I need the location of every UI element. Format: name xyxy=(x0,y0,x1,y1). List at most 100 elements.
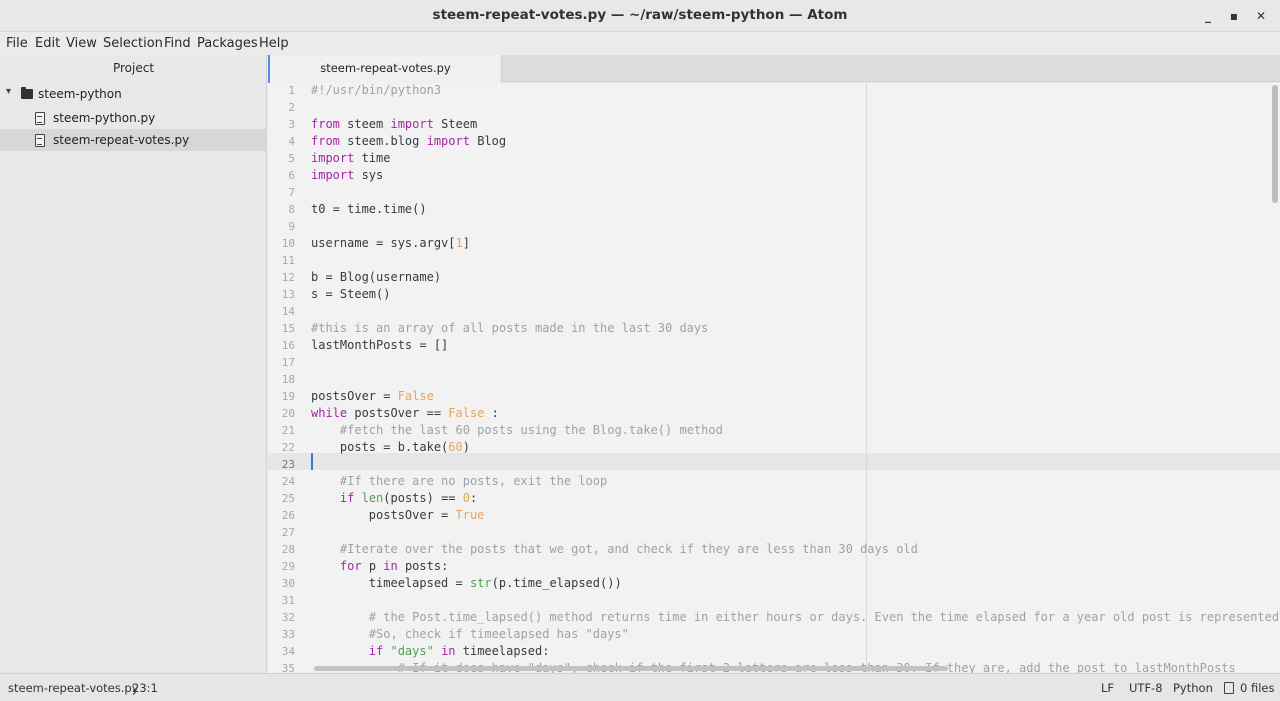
code-line[interactable]: postsOver = False xyxy=(311,388,434,405)
line-number[interactable]: 19 xyxy=(268,388,295,405)
folder-icon xyxy=(21,87,33,99)
project-tree-panel: Project ▾ steem-python steem-python.py s… xyxy=(0,55,267,673)
file-text-icon xyxy=(35,134,45,147)
line-number[interactable]: 23 xyxy=(268,456,295,473)
menu-find[interactable]: Find xyxy=(164,36,191,51)
code-line[interactable]: import time xyxy=(311,150,390,167)
line-number[interactable]: 32 xyxy=(268,609,295,626)
menu-bar: File Edit View Selection Find Packages H… xyxy=(0,33,1280,55)
menu-packages[interactable]: Packages xyxy=(197,36,258,51)
line-number[interactable]: 35 xyxy=(268,660,295,673)
line-number[interactable]: 6 xyxy=(268,167,295,184)
tree-file-label: steem-repeat-votes.py xyxy=(53,133,190,147)
line-number[interactable]: 8 xyxy=(268,201,295,218)
line-number[interactable]: 9 xyxy=(268,218,295,235)
line-number[interactable]: 30 xyxy=(268,575,295,592)
line-number[interactable]: 5 xyxy=(268,150,295,167)
line-number[interactable]: 20 xyxy=(268,405,295,422)
file-text-icon xyxy=(35,112,45,125)
code-editor[interactable]: 1 2 3 4 5 6 7 8 9 10 11 12 13 14 15 16 17 18 19 20 21 22 23 24 2… xyxy=(268,83,1280,673)
status-line-ending[interactable]: LF xyxy=(1101,681,1114,695)
line-number-gutter[interactable]: 1 2 3 4 5 6 7 8 9 10 11 12 13 14 15 16 17 18 19 20 21 22 23 24 2… xyxy=(268,83,304,673)
tab-label: steem-repeat-votes.py xyxy=(320,61,451,75)
code-line[interactable]: postsOver = True xyxy=(311,507,485,524)
menu-view[interactable]: View xyxy=(66,36,97,51)
code-line[interactable]: import sys xyxy=(311,167,383,184)
line-number[interactable]: 25 xyxy=(268,490,295,507)
line-number[interactable]: 33 xyxy=(268,626,295,643)
line-number[interactable]: 10 xyxy=(268,235,295,252)
code-line[interactable]: if len(posts) == 0: xyxy=(311,490,477,507)
line-number[interactable]: 26 xyxy=(268,507,295,524)
line-number[interactable]: 1 xyxy=(268,83,295,99)
tree-file-steem-python[interactable]: steem-python.py xyxy=(0,107,267,129)
code-line[interactable]: #fetch the last 60 posts using the Blog.… xyxy=(311,422,723,439)
status-bar: steem-repeat-votes.py 23:1 LF UTF-8 Pyth… xyxy=(0,673,1280,701)
line-number[interactable]: 17 xyxy=(268,354,295,371)
menu-file[interactable]: File xyxy=(6,36,28,51)
tab-steem-repeat-votes[interactable]: steem-repeat-votes.py xyxy=(268,55,502,83)
code-line[interactable]: #Iterate over the posts that we got, and… xyxy=(311,541,918,558)
code-line[interactable]: if "days" in timeelapsed: xyxy=(311,643,550,660)
code-line[interactable]: lastMonthPosts = [] xyxy=(311,337,448,354)
horizontal-scrollbar[interactable] xyxy=(314,666,948,671)
line-number[interactable]: 11 xyxy=(268,252,295,269)
maximize-button[interactable]: ▪ xyxy=(1226,8,1242,24)
line-number[interactable]: 15 xyxy=(268,320,295,337)
tree-folder-steem-python[interactable]: ▾ steem-python xyxy=(0,83,267,105)
line-number[interactable]: 22 xyxy=(268,439,295,456)
project-panel-title: Project xyxy=(112,61,155,75)
wrap-guide xyxy=(866,83,867,673)
status-file-path[interactable]: steem-repeat-votes.py xyxy=(8,681,139,695)
line-number[interactable]: 31 xyxy=(268,592,295,609)
line-number[interactable]: 21 xyxy=(268,422,295,439)
line-number[interactable]: 28 xyxy=(268,541,295,558)
line-number[interactable]: 29 xyxy=(268,558,295,575)
status-grammar[interactable]: Python xyxy=(1173,681,1213,695)
line-number[interactable]: 2 xyxy=(268,99,295,116)
line-number[interactable]: 3 xyxy=(268,116,295,133)
tree-folder-label: steem-python xyxy=(38,87,122,101)
code-line[interactable]: timeelapsed = str(p.time_elapsed()) xyxy=(311,575,622,592)
line-number[interactable]: 27 xyxy=(268,524,295,541)
tab-bar: steem-repeat-votes.py xyxy=(268,55,1280,83)
code-line[interactable]: #If there are no posts, exit the loop xyxy=(311,473,607,490)
code-line[interactable]: t0 = time.time() xyxy=(311,201,427,218)
code-line[interactable]: #!/usr/bin/python3 xyxy=(311,83,441,99)
window-title: steem-repeat-votes.py — ~/raw/steem-pyth… xyxy=(432,7,848,23)
line-number[interactable]: 13 xyxy=(268,286,295,303)
code-line[interactable]: from steem import Steem xyxy=(311,116,477,133)
code-line[interactable]: from steem.blog import Blog xyxy=(311,133,506,150)
code-line[interactable]: #So, check if timeelapsed has "days" xyxy=(311,626,629,643)
close-button[interactable]: ✕ xyxy=(1253,8,1269,24)
line-number[interactable]: 12 xyxy=(268,269,295,286)
line-number[interactable]: 4 xyxy=(268,133,295,150)
status-encoding[interactable]: UTF-8 xyxy=(1129,681,1163,695)
line-number[interactable]: 14 xyxy=(268,303,295,320)
vertical-scrollbar[interactable] xyxy=(1272,85,1278,203)
code-line[interactable]: # the Post.time_lapsed() method returns … xyxy=(311,609,1280,626)
code-line[interactable]: #this is an array of all posts made in t… xyxy=(311,320,708,337)
code-line[interactable]: username = sys.argv[1] xyxy=(311,235,470,252)
code-line[interactable]: s = Steem() xyxy=(311,286,390,303)
line-number[interactable]: 18 xyxy=(268,371,295,388)
line-number[interactable]: 16 xyxy=(268,337,295,354)
menu-edit[interactable]: Edit xyxy=(35,36,60,51)
code-line[interactable]: b = Blog(username) xyxy=(311,269,441,286)
status-git-files[interactable]: 0 files xyxy=(1240,681,1274,695)
git-repo-icon xyxy=(1224,682,1234,694)
tree-file-label: steem-python.py xyxy=(53,111,156,125)
code-line[interactable]: while postsOver == False : xyxy=(311,405,499,422)
code-line[interactable]: for p in posts: xyxy=(311,558,448,575)
line-number[interactable]: 24 xyxy=(268,473,295,490)
line-number[interactable]: 34 xyxy=(268,643,295,660)
minimize-button[interactable]: _ xyxy=(1200,8,1216,24)
title-bar: steem-repeat-votes.py — ~/raw/steem-pyth… xyxy=(0,0,1280,32)
status-cursor-position[interactable]: 23:1 xyxy=(132,681,158,695)
menu-selection[interactable]: Selection xyxy=(103,36,163,51)
menu-help[interactable]: Help xyxy=(259,36,289,51)
tree-file-steem-repeat-votes[interactable]: steem-repeat-votes.py xyxy=(0,129,267,151)
chevron-down-icon[interactable]: ▾ xyxy=(6,86,11,97)
code-line[interactable]: posts = b.take(60) xyxy=(311,439,470,456)
line-number[interactable]: 7 xyxy=(268,184,295,201)
